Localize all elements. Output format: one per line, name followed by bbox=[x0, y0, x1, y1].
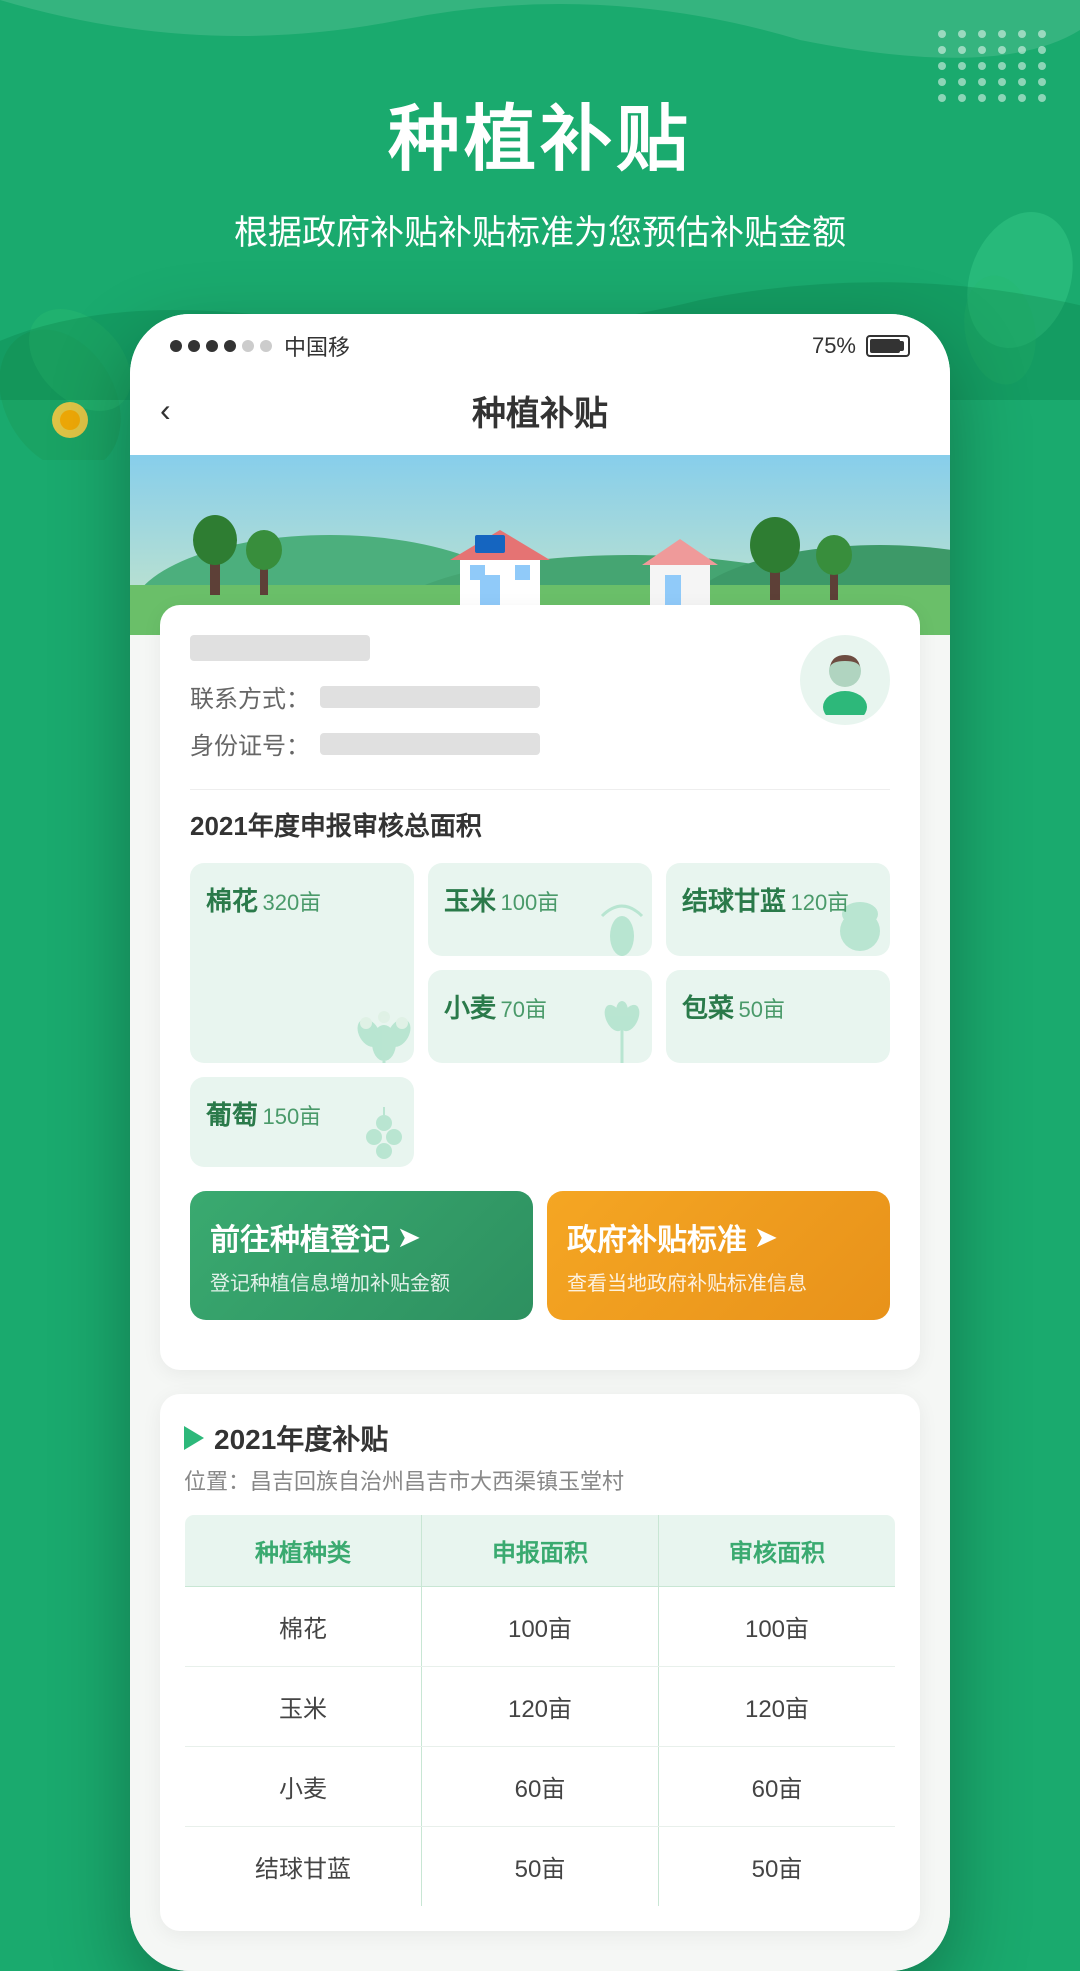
table-body: 棉花100亩100亩玉米120亩120亩小麦60亩60亩结球甘蓝50亩50亩 bbox=[185, 1587, 896, 1907]
user-info-row: 联系方式： 身份证号： bbox=[190, 635, 890, 773]
contact-blur bbox=[320, 686, 540, 708]
signal-dot-2 bbox=[188, 340, 200, 352]
table-row: 结球甘蓝50亩50亩 bbox=[185, 1827, 896, 1907]
crop-name-cabbage: 结球甘蓝 bbox=[682, 886, 786, 916]
signal-dot-5 bbox=[242, 340, 254, 352]
cell-crop: 棉花 bbox=[185, 1587, 422, 1667]
col-header-approved: 审核面积 bbox=[659, 1515, 896, 1587]
crop-icon-wheat bbox=[582, 993, 652, 1063]
register-title: 前往种植登记 ➤ bbox=[210, 1215, 513, 1259]
crop-card-wheat: 小麦 70亩 bbox=[428, 970, 652, 1063]
divider bbox=[190, 789, 890, 790]
user-card: 联系方式： 身份证号： bbox=[160, 605, 920, 1370]
subsidy-title: 2021年度补贴 bbox=[214, 1418, 388, 1458]
subsidy-header: 2021年度补贴 bbox=[184, 1418, 896, 1458]
cell-declared: 120亩 bbox=[422, 1667, 659, 1747]
table-row: 棉花100亩100亩 bbox=[185, 1587, 896, 1667]
crop-name-pakchoi: 包菜 bbox=[682, 993, 734, 1023]
standard-button[interactable]: 政府补贴标准 ➤ 查看当地政府补贴标准信息 bbox=[547, 1191, 890, 1320]
cell-approved: 60亩 bbox=[659, 1747, 896, 1827]
status-bar: 中国移 75% bbox=[130, 314, 950, 372]
app-navbar: ‹ 种植补贴 bbox=[130, 372, 950, 455]
contact-row: 联系方式： bbox=[190, 679, 800, 714]
standard-title: 政府补贴标准 ➤ bbox=[567, 1215, 870, 1259]
id-label: 身份证号： bbox=[190, 726, 310, 761]
subsidy-section: 2021年度补贴 位置：昌吉回族自治州昌吉市大西渠镇玉堂村 种植种类 申报面积 … bbox=[160, 1394, 920, 1931]
signal-dot-4 bbox=[224, 340, 236, 352]
contact-label: 联系方式： bbox=[190, 679, 310, 714]
nav-title: 种植补贴 bbox=[472, 386, 608, 435]
signal-dot-3 bbox=[206, 340, 218, 352]
page-title: 种植补贴 bbox=[388, 80, 692, 185]
crop-section-title: 2021年度申报审核总面积 bbox=[190, 806, 890, 843]
avatar bbox=[800, 635, 890, 725]
crop-card-grape: 葡萄 150亩 bbox=[190, 1077, 414, 1167]
user-info-left: 联系方式： 身份证号： bbox=[190, 635, 800, 773]
crop-icon-corn bbox=[582, 886, 652, 956]
crop-area-cotton: 320亩 bbox=[262, 890, 321, 915]
col-header-declared: 申报面积 bbox=[422, 1515, 659, 1587]
battery-icon bbox=[866, 335, 910, 357]
battery-tip bbox=[900, 341, 904, 351]
signal-dot-6 bbox=[260, 340, 272, 352]
cell-approved: 50亩 bbox=[659, 1827, 896, 1907]
crop-grid: 棉花 320亩 玉米 bbox=[190, 863, 890, 1167]
crop-name-wheat: 小麦 bbox=[444, 993, 496, 1023]
cell-crop: 玉米 bbox=[185, 1667, 422, 1747]
cell-crop: 小麦 bbox=[185, 1747, 422, 1827]
cell-declared: 50亩 bbox=[422, 1827, 659, 1907]
crop-area-grape: 150亩 bbox=[262, 1104, 321, 1129]
crop-area-wheat: 70亩 bbox=[500, 997, 546, 1022]
crop-area-cabbage: 120亩 bbox=[790, 890, 849, 915]
table-row: 玉米120亩120亩 bbox=[185, 1667, 896, 1747]
cell-declared: 60亩 bbox=[422, 1747, 659, 1827]
signal-dots: 中国移 bbox=[170, 330, 350, 362]
crop-card-cotton: 棉花 320亩 bbox=[190, 863, 414, 1063]
col-header-crop: 种植种类 bbox=[185, 1515, 422, 1587]
crop-name-grape: 葡萄 bbox=[206, 1100, 258, 1130]
crop-card-pakchoi: 包菜 50亩 bbox=[666, 970, 890, 1063]
cell-declared: 100亩 bbox=[422, 1587, 659, 1667]
battery-fill bbox=[870, 339, 900, 353]
page-content: 种植补贴 根据政府补贴补贴标准为您预估补贴金额 中国移 75% bbox=[0, 0, 1080, 1971]
carrier-label: 中国移 bbox=[284, 330, 350, 362]
cell-approved: 100亩 bbox=[659, 1587, 896, 1667]
main-content: 联系方式： 身份证号： bbox=[130, 605, 950, 1971]
crop-icon-grape bbox=[344, 1097, 414, 1167]
battery-area: 75% bbox=[812, 333, 910, 359]
cell-approved: 120亩 bbox=[659, 1667, 896, 1747]
subsidy-location: 位置：昌吉回族自治州昌吉市大西渠镇玉堂村 bbox=[184, 1464, 896, 1496]
table-row: 小麦60亩60亩 bbox=[185, 1747, 896, 1827]
standard-subtitle: 查看当地政府补贴标准信息 bbox=[567, 1267, 870, 1296]
triangle-icon bbox=[184, 1426, 204, 1450]
page-subtitle: 根据政府补贴补贴标准为您预估补贴金额 bbox=[234, 205, 846, 254]
signal-dot-1 bbox=[170, 340, 182, 352]
crop-name-cotton: 棉花 bbox=[206, 886, 258, 916]
back-button[interactable]: ‹ bbox=[160, 392, 171, 429]
action-buttons: 前往种植登记 ➤ 登记种植信息增加补贴金额 政府补贴标准 ➤ 查看当地政府补贴标… bbox=[190, 1191, 890, 1320]
crop-area-corn: 100亩 bbox=[500, 890, 559, 915]
cell-crop: 结球甘蓝 bbox=[185, 1827, 422, 1907]
table-header-row: 种植种类 申报面积 审核面积 bbox=[185, 1515, 896, 1587]
id-blur bbox=[320, 733, 540, 755]
crop-card-corn: 玉米 100亩 bbox=[428, 863, 652, 956]
crop-icon-cotton bbox=[344, 993, 414, 1063]
crop-name-corn: 玉米 bbox=[444, 886, 496, 916]
battery-percent: 75% bbox=[812, 333, 856, 359]
phone-frame: 中国移 75% ‹ 种植补贴 bbox=[130, 314, 950, 1971]
id-row: 身份证号： bbox=[190, 726, 800, 761]
crop-area-pakchoi: 50亩 bbox=[738, 997, 784, 1022]
register-button[interactable]: 前往种植登记 ➤ 登记种植信息增加补贴金额 bbox=[190, 1191, 533, 1320]
crop-card-cabbage: 结球甘蓝 120亩 bbox=[666, 863, 890, 956]
avatar-svg bbox=[810, 645, 880, 715]
user-name-blur bbox=[190, 635, 370, 661]
subsidy-table: 种植种类 申报面积 审核面积 棉花100亩100亩玉米120亩120亩小麦60亩… bbox=[184, 1514, 896, 1907]
register-subtitle: 登记种植信息增加补贴金额 bbox=[210, 1267, 513, 1296]
